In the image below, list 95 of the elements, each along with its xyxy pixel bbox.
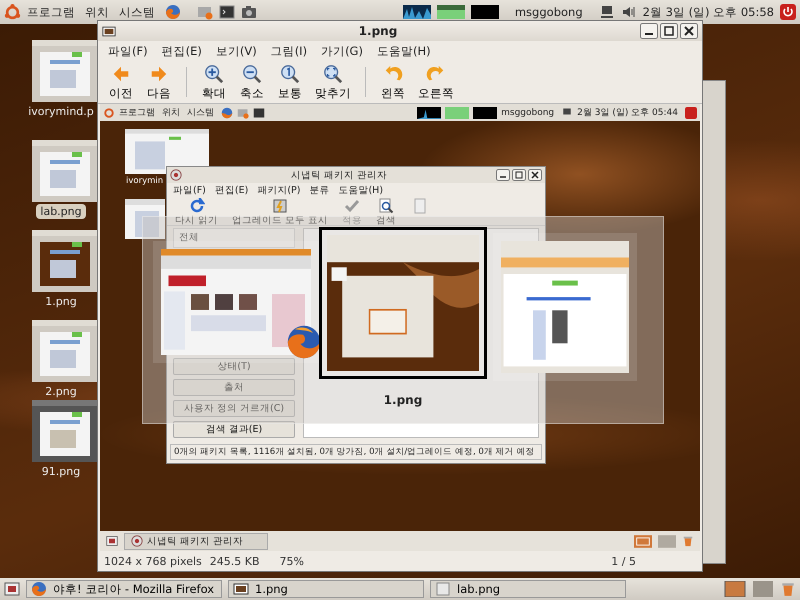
taskbar-button[interactable]: lab.png bbox=[430, 580, 626, 598]
toolbar-button[interactable]: 오른쪽 bbox=[414, 64, 458, 100]
memory-monitor-icon bbox=[436, 3, 465, 21]
icon-label: ivorymin bbox=[126, 176, 164, 186]
rotate-right-icon bbox=[426, 64, 446, 84]
cpu-monitor-icon bbox=[402, 3, 431, 21]
user-name[interactable]: msggobong bbox=[514, 5, 583, 19]
user-name: msggobong bbox=[501, 108, 554, 118]
reload-icon bbox=[188, 198, 205, 214]
terminal-icon[interactable] bbox=[219, 4, 235, 20]
panel-menu: 위치 bbox=[162, 106, 180, 119]
folder-icon bbox=[237, 106, 249, 118]
panel-clock: 2월 3일 (일) 오후 05:44 bbox=[577, 107, 678, 119]
image-position: 1 / 5 bbox=[611, 554, 636, 568]
minimize-icon[interactable] bbox=[640, 23, 658, 39]
panel-menu[interactable]: 프로그램 bbox=[27, 4, 75, 20]
workspace-icon bbox=[658, 534, 676, 548]
filter-list: 전체 bbox=[173, 228, 295, 248]
window-icon bbox=[102, 26, 116, 36]
window-title: 1.png bbox=[358, 24, 398, 38]
taskbar-button[interactable]: 야후! 코리아 - Mozilla Firefox bbox=[26, 580, 222, 598]
panel-menu: 프로그램 bbox=[119, 106, 155, 119]
filter-button[interactable]: 상태(T) bbox=[173, 358, 295, 375]
close-icon[interactable] bbox=[680, 23, 698, 39]
zoom-level: 75% bbox=[280, 554, 304, 568]
window-title: 시냅틱 패키지 관리자 bbox=[290, 168, 388, 182]
panel-menu[interactable]: 위치 bbox=[85, 4, 109, 20]
zoom-fit-icon bbox=[323, 64, 343, 84]
trash-icon bbox=[682, 535, 694, 547]
workspace-icon[interactable] bbox=[724, 581, 746, 597]
upgrade-icon bbox=[272, 198, 288, 214]
apply-icon bbox=[344, 198, 360, 214]
ubuntu-logo-icon bbox=[103, 106, 115, 118]
camera-icon[interactable] bbox=[241, 4, 257, 20]
close-icon bbox=[528, 169, 542, 181]
firefox-icon[interactable] bbox=[165, 4, 181, 20]
panel-clock[interactable]: 2월 3일 (일) 오후 05:58 bbox=[642, 4, 774, 20]
menu-item[interactable]: 파일(F) bbox=[108, 44, 148, 58]
minimize-icon bbox=[496, 169, 510, 181]
toolbar-button[interactable]: 축소 bbox=[235, 64, 269, 100]
menu-item[interactable]: 편집(E) bbox=[162, 44, 202, 58]
menu-item[interactable]: 가기(G) bbox=[321, 44, 363, 58]
memory-monitor-icon bbox=[445, 106, 470, 118]
terminal-icon bbox=[253, 106, 265, 118]
image-size: 1024 x 768 pixels bbox=[104, 554, 202, 568]
window-name: 1.png bbox=[384, 393, 422, 407]
cpu-monitor-icon bbox=[417, 106, 442, 118]
show-desktop-icon bbox=[106, 535, 118, 547]
panel-menu[interactable]: 시스템 bbox=[119, 4, 155, 20]
zoom-in-icon bbox=[204, 64, 224, 84]
toolbar-button[interactable]: 다음 bbox=[142, 64, 176, 100]
firefox-icon bbox=[31, 581, 47, 597]
network-monitor-icon bbox=[470, 3, 499, 21]
workspace-icon bbox=[634, 534, 652, 548]
zoom-normal-icon bbox=[280, 64, 300, 84]
toolbar-button[interactable]: 업그레이드 모두 표시 bbox=[230, 198, 330, 227]
icon-label[interactable]: 1.png bbox=[41, 294, 81, 309]
image-icon bbox=[435, 581, 451, 597]
icon-label[interactable]: 91.png bbox=[38, 464, 84, 479]
icon-label[interactable]: ivorymind.p bbox=[24, 104, 98, 119]
search-icon bbox=[378, 198, 394, 214]
network-monitor-icon bbox=[473, 106, 498, 118]
toolbar-button[interactable]: 확대 bbox=[197, 64, 231, 100]
firefox-icon bbox=[221, 106, 233, 118]
toolbar-button[interactable]: 왼쪽 bbox=[376, 64, 410, 100]
document-icon bbox=[412, 198, 428, 214]
show-desktop-icon[interactable] bbox=[4, 581, 20, 597]
menu-item[interactable]: 보기(V) bbox=[216, 44, 257, 58]
rotate-left-icon bbox=[383, 64, 403, 84]
status-bar: 0개의 패키지 목록, 1116개 설치됨, 0개 망가짐, 0개 설치/업그레이드 예정, 0개 제거 예정 bbox=[170, 444, 542, 460]
image-viewer-icon bbox=[233, 581, 249, 597]
filter-button[interactable]: 사용자 정의 거르개(C) bbox=[173, 400, 295, 417]
taskbar-button[interactable]: 1.png bbox=[228, 580, 424, 598]
file-size: 245.5 KB bbox=[210, 554, 260, 568]
menu-item[interactable]: 도움말(H) bbox=[376, 44, 431, 58]
panel-menu: 시스템 bbox=[187, 106, 214, 119]
package-icon bbox=[131, 535, 143, 547]
menu-item[interactable]: 그림(I) bbox=[270, 44, 308, 58]
maximize-icon bbox=[512, 169, 526, 181]
firefox-icon bbox=[286, 324, 322, 360]
power-icon bbox=[685, 106, 697, 118]
toolbar-button[interactable]: 이전 bbox=[104, 64, 138, 100]
toolbar-button[interactable]: 다시 읽기 bbox=[173, 198, 220, 227]
maximize-icon[interactable] bbox=[660, 23, 678, 39]
filter-button[interactable]: 출처 bbox=[173, 379, 295, 396]
icon-label[interactable]: lab.png bbox=[36, 204, 86, 219]
volume-icon[interactable] bbox=[620, 4, 637, 20]
zoom-out-icon bbox=[242, 64, 262, 84]
filter-button[interactable]: 검색 결과(E) bbox=[173, 421, 295, 438]
toolbar-button[interactable]: 맞추기 bbox=[311, 64, 355, 100]
ubuntu-logo-icon[interactable] bbox=[4, 4, 21, 20]
toolbar-button[interactable]: 보통 bbox=[273, 64, 307, 100]
icon-label[interactable]: 2.png bbox=[41, 384, 81, 399]
toolbar-button[interactable]: 검색 bbox=[374, 198, 398, 227]
power-icon[interactable] bbox=[780, 4, 796, 20]
